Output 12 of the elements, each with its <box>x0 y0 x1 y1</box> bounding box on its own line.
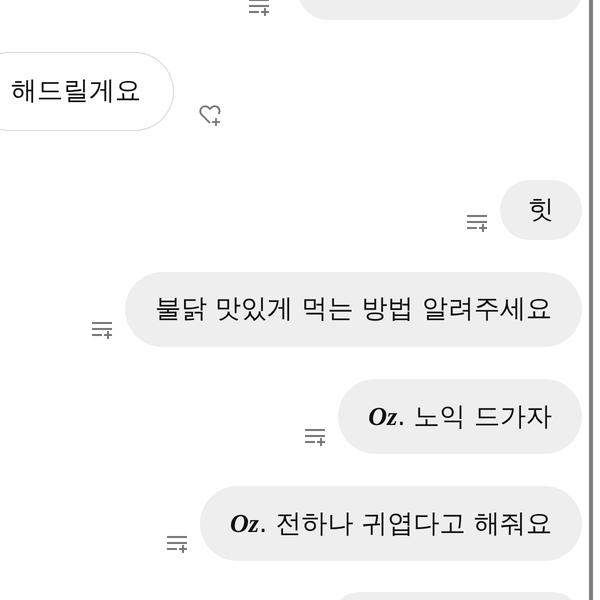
message-bubble: Oz. 노익 드가자 <box>338 379 582 454</box>
message-bubble: 해드릴게요 <box>0 52 174 131</box>
add-to-list-icon[interactable] <box>304 428 326 446</box>
scrollbar[interactable] <box>589 0 593 600</box>
message-bubble: Oz. 전하나 귀엽다고 해줘요 <box>200 486 582 561</box>
heart-plus-icon[interactable] <box>198 103 222 127</box>
add-to-list-icon[interactable] <box>466 214 488 232</box>
message-bubble: 불닭 맛있게 먹는 방법 알려주세요 <box>124 272 582 347</box>
add-to-list-icon[interactable] <box>166 535 188 553</box>
add-to-list-icon[interactable] <box>248 0 270 16</box>
add-to-list-icon[interactable] <box>90 321 113 339</box>
message-bubble: 힛 <box>500 180 582 240</box>
